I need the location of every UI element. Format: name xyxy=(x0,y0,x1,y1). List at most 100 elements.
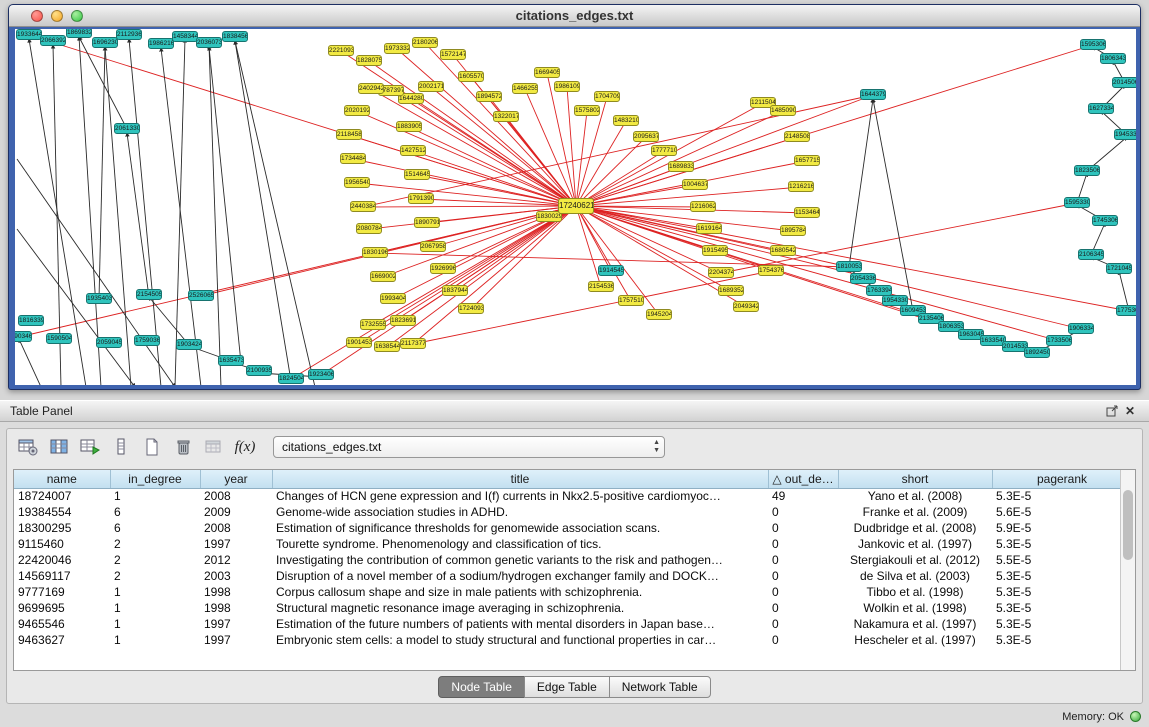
graph-node[interactable]: 20543363 xyxy=(850,273,876,284)
table-row[interactable]: 946554611997Estimation of the future num… xyxy=(14,616,1132,632)
graph-node[interactable]: 18063432 xyxy=(1100,53,1126,64)
graph-node[interactable]: 17453063 xyxy=(1092,215,1118,226)
graph-node[interactable]: 17344845 xyxy=(340,153,366,164)
graph-node[interactable]: 18379446 xyxy=(442,285,468,296)
graph-node[interactable]: 12162164 xyxy=(788,181,814,192)
graph-node[interactable]: 19269963 xyxy=(430,263,456,274)
table-row[interactable]: 977716911998Corpus callosum shape and si… xyxy=(14,584,1132,600)
zoom-button[interactable] xyxy=(71,10,83,22)
graph-node[interactable]: 16273345 xyxy=(1088,103,1114,114)
graph-node[interactable]: 15758029 xyxy=(574,105,600,116)
graph-node[interactable]: 14583443 xyxy=(172,31,198,42)
graph-node[interactable]: 11534645 xyxy=(794,207,820,218)
graph-node[interactable]: 19452042 xyxy=(646,309,672,320)
graph-node[interactable]: 18245042 xyxy=(278,373,304,384)
window-titlebar[interactable]: citations_edges.txt xyxy=(9,5,1140,27)
scrollbar-thumb[interactable] xyxy=(1123,490,1133,560)
graph-node[interactable]: 19354033 xyxy=(86,293,112,304)
graph-node[interactable]: 12160621 xyxy=(690,201,716,212)
graph-node[interactable]: 20201924 xyxy=(344,105,370,116)
graph-node[interactable]: 15953306 xyxy=(1064,197,1090,208)
narrow-table-icon[interactable] xyxy=(108,434,134,460)
graph-node[interactable]: 17210453 xyxy=(1106,263,1132,274)
table-row[interactable]: 911546021997Tourette syndrome. Phenomeno… xyxy=(14,536,1132,552)
graph-node[interactable]: 16805429 xyxy=(770,245,796,256)
graph-node[interactable]: 16191642 xyxy=(696,223,722,234)
graph-node[interactable]: 21173776 xyxy=(400,338,426,349)
graph-node[interactable]: 15721472 xyxy=(440,49,466,60)
graph-node[interactable]: 19063345 xyxy=(1068,323,1094,334)
graph-node[interactable]: 18839057 xyxy=(396,121,422,132)
graph-node[interactable]: 24029429 xyxy=(358,83,384,94)
new-file-icon[interactable] xyxy=(139,434,165,460)
table-row[interactable]: 969969511998Structural magnetic resonanc… xyxy=(14,600,1132,616)
graph-node[interactable]: 19565404 xyxy=(344,177,370,188)
graph-node[interactable]: 16893529 xyxy=(718,285,744,296)
column-header-year[interactable]: year xyxy=(200,470,272,488)
graph-node[interactable]: 21545053 xyxy=(136,289,162,300)
graph-node[interactable]: 17240936 xyxy=(458,303,484,314)
graph-hub-node[interactable]: 17240621 xyxy=(558,198,594,214)
graph-node[interactable]: 16962306 xyxy=(92,37,118,48)
graph-node[interactable]: 21129364 xyxy=(116,29,142,40)
function-icon[interactable]: f(x) xyxy=(232,434,258,460)
column-header-title[interactable]: title xyxy=(272,470,768,488)
table-settings-icon[interactable] xyxy=(15,434,41,460)
graph-node[interactable]: 17777107 xyxy=(651,145,677,156)
graph-node[interactable]: 16690024 xyxy=(370,271,396,282)
graph-node[interactable]: 10046378 xyxy=(682,179,708,190)
graph-node[interactable]: 17575105 xyxy=(618,295,644,306)
graph-node[interactable]: 19336442 xyxy=(16,29,42,40)
graph-node[interactable]: 25260650 xyxy=(188,290,214,301)
import-table-icon[interactable] xyxy=(201,434,227,460)
graph-node[interactable]: 14832108 xyxy=(613,115,639,126)
graph-node[interactable]: 18163394 xyxy=(18,315,44,326)
graph-node[interactable]: 20679587 xyxy=(420,241,446,252)
graph-node[interactable]: 20663923 xyxy=(40,35,66,46)
graph-node[interactable]: 18236916 xyxy=(390,315,416,326)
graph-node[interactable]: 17913903 xyxy=(408,193,434,204)
column-header-out_de[interactable]: △ out_de… xyxy=(768,470,838,488)
graph-node[interactable]: 18907913 xyxy=(414,217,440,228)
graph-node[interactable]: 15953063 xyxy=(1080,39,1106,50)
graph-node[interactable]: 18924502 xyxy=(1024,347,1050,358)
graph-node[interactable]: 18301963 xyxy=(362,247,388,258)
delete-icon[interactable] xyxy=(170,434,196,460)
graph-node[interactable]: 15146457 xyxy=(404,169,430,180)
split-divider[interactable]: ▾ xyxy=(0,392,1149,400)
table-row[interactable]: 1456911722003Disruption of a novel membe… xyxy=(14,568,1132,584)
graph-node[interactable]: 15905043 xyxy=(46,333,72,344)
graph-node[interactable]: 18384564 xyxy=(222,31,248,42)
table-scrollbar[interactable] xyxy=(1120,470,1135,670)
minimize-button[interactable] xyxy=(51,10,63,22)
close-button[interactable] xyxy=(31,10,43,22)
graph-node[interactable]: 18957843 xyxy=(780,225,806,236)
graph-node[interactable]: 21545365 xyxy=(588,281,614,292)
graph-node[interactable]: 19733328 xyxy=(384,43,410,54)
graph-node[interactable]: 19862163 xyxy=(148,38,174,49)
graph-node[interactable]: 19234062 xyxy=(308,369,334,380)
graph-node[interactable]: 24403847 xyxy=(350,201,376,212)
graph-node[interactable]: 21063453 xyxy=(1078,249,1104,260)
graph-node[interactable]: 14850903 xyxy=(770,105,796,116)
tab-node-table[interactable]: Node Table xyxy=(438,676,525,698)
graph-node[interactable]: 19145457 xyxy=(598,265,624,276)
graph-node[interactable]: 19154954 xyxy=(702,245,728,256)
graph-node[interactable]: 13220179 xyxy=(493,111,519,122)
graph-node[interactable]: 16354734 xyxy=(218,355,244,366)
graph-node[interactable]: 16055709 xyxy=(458,71,484,82)
graph-node[interactable]: 18100533 xyxy=(836,261,862,272)
graph-node[interactable]: 21903466 xyxy=(15,331,32,342)
table-row[interactable]: 1830029562008Estimation of significance … xyxy=(14,520,1132,536)
graph-node[interactable]: 19453306 xyxy=(1114,129,1136,140)
graph-node[interactable]: 17543764 xyxy=(758,265,784,276)
graph-node[interactable]: 14275122 xyxy=(400,145,426,156)
graph-node[interactable]: 17753062 xyxy=(1116,305,1136,316)
table-source-select[interactable]: citations_edges.txt ▲▼ xyxy=(273,436,665,458)
graph-node[interactable]: 21485085 xyxy=(784,131,810,142)
close-panel-icon[interactable]: ✕ xyxy=(1121,403,1139,419)
graph-node[interactable]: 20493429 xyxy=(733,301,759,312)
graph-node[interactable]: 19934047 xyxy=(380,293,406,304)
graph-node[interactable]: 22043746 xyxy=(708,267,734,278)
graph-node[interactable]: 17335064 xyxy=(1046,335,1072,346)
